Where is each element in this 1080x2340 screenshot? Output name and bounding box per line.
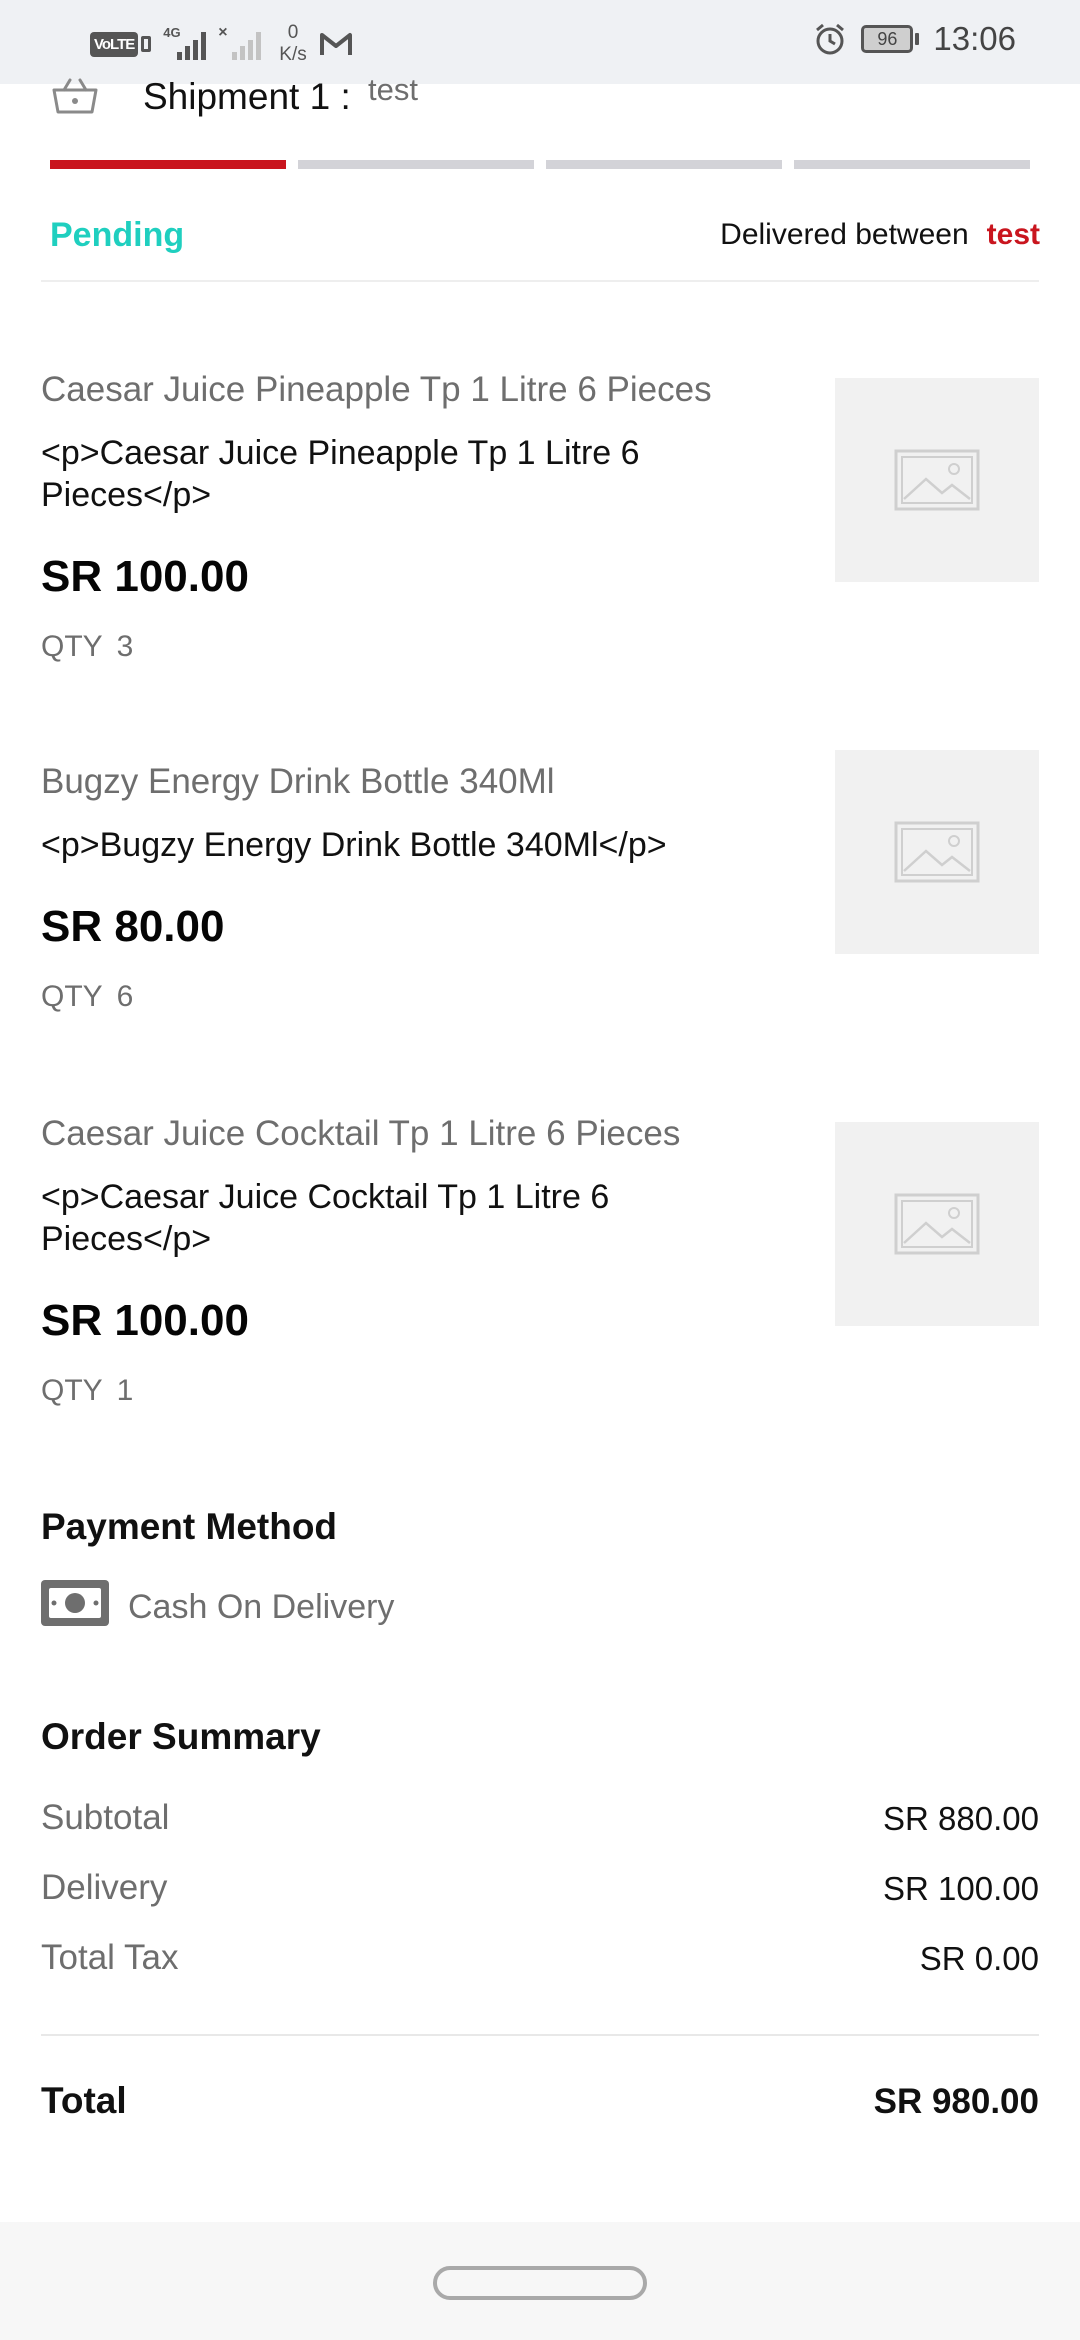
system-nav-bar bbox=[0, 2222, 1080, 2340]
product-image[interactable] bbox=[835, 378, 1039, 582]
product-image[interactable] bbox=[835, 750, 1039, 954]
summary-label: Total Tax bbox=[41, 1938, 179, 1977]
speed-unit: K/s bbox=[279, 44, 307, 65]
progress-step-3 bbox=[546, 160, 782, 169]
item-price: SR 100.00 bbox=[41, 552, 249, 601]
volte-icon: VoLTE bbox=[90, 31, 152, 57]
qty-value: 6 bbox=[116, 980, 134, 1013]
status-bar-left: VoLTE 4G × 0 K/s bbox=[90, 22, 353, 66]
order-summary-title: Order Summary bbox=[41, 1716, 321, 1757]
network-type: 4G bbox=[163, 25, 181, 40]
shipment-title: Shipment 1 : bbox=[143, 76, 351, 117]
qty-label: QTY bbox=[41, 1374, 103, 1407]
battery-level: 96 bbox=[861, 25, 914, 53]
delivery-window: Delivered between test bbox=[720, 218, 1040, 252]
qty-value: 1 bbox=[116, 1374, 134, 1407]
summary-amount: SR 0.00 bbox=[919, 1940, 1039, 1977]
battery-icon: 96 bbox=[861, 25, 920, 53]
summary-row-delivery: Delivery SR 100.00 bbox=[41, 1868, 1039, 1912]
summary-row-tax: Total Tax SR 0.00 bbox=[41, 1938, 1039, 1982]
image-placeholder-icon bbox=[894, 821, 980, 883]
progress-step-pending bbox=[50, 160, 286, 169]
summary-row-subtotal: Subtotal SR 880.00 bbox=[41, 1798, 1039, 1842]
image-placeholder-icon bbox=[894, 1193, 980, 1255]
summary-label: Delivery bbox=[41, 1868, 168, 1907]
product-image[interactable] bbox=[835, 1122, 1039, 1326]
qty-value: 3 bbox=[116, 630, 134, 663]
item-qty: QTY 3 bbox=[41, 630, 133, 664]
summary-amount: SR 100.00 bbox=[883, 1870, 1039, 1907]
signal-icon: 4G bbox=[163, 25, 207, 60]
item-qty: QTY 6 bbox=[41, 980, 133, 1014]
clock: 13:06 bbox=[933, 20, 1016, 57]
total-amount: SR 980.00 bbox=[873, 2082, 1039, 2121]
shipment-status-row: Pending Delivered between test bbox=[50, 212, 1040, 262]
item-name: Caesar Juice Cocktail Tp 1 Litre 6 Piece… bbox=[41, 1114, 681, 1153]
item-description: <p>Caesar Juice Cocktail Tp 1 Litre 6 Pi… bbox=[41, 1178, 610, 1258]
item-name: Bugzy Energy Drink Bottle 340Ml bbox=[41, 762, 555, 801]
qty-label: QTY bbox=[41, 630, 103, 663]
qty-label: QTY bbox=[41, 980, 103, 1013]
item-qty: QTY 1 bbox=[41, 1374, 133, 1408]
order-item[interactable]: Caesar Juice Pineapple Tp 1 Litre 6 Piec… bbox=[41, 370, 1039, 670]
no-signal-icon: × bbox=[218, 25, 262, 60]
payment-method-title: Payment Method bbox=[41, 1506, 338, 1547]
image-placeholder-icon bbox=[894, 449, 980, 511]
item-description: <p>Bugzy Energy Drink Bottle 340Ml</p> bbox=[41, 826, 667, 864]
item-price: SR 80.00 bbox=[41, 902, 225, 951]
alarm-icon bbox=[816, 23, 845, 55]
delivered-label: Delivered between bbox=[720, 218, 969, 251]
item-price: SR 100.00 bbox=[41, 1296, 249, 1345]
progress-step-2 bbox=[298, 160, 534, 169]
home-gesture-bar[interactable] bbox=[433, 2266, 647, 2300]
shipment-value: test bbox=[368, 72, 418, 107]
summary-label: Subtotal bbox=[41, 1798, 170, 1837]
status-badge: Pending bbox=[50, 216, 185, 254]
delivered-value: test bbox=[986, 218, 1040, 251]
speed-value: 0 bbox=[287, 22, 299, 43]
basket-icon bbox=[52, 78, 98, 114]
order-item[interactable]: Bugzy Energy Drink Bottle 340Ml <p>Bugzy… bbox=[41, 750, 1039, 1022]
divider bbox=[41, 280, 1039, 282]
shipment-progress bbox=[50, 160, 1030, 169]
item-name: Caesar Juice Pineapple Tp 1 Litre 6 Piec… bbox=[41, 370, 712, 409]
network-speed: 0 K/s bbox=[279, 22, 306, 66]
status-bar-right: 96 13:06 bbox=[813, 20, 1016, 58]
volte-handset-icon bbox=[141, 36, 152, 52]
summary-amount: SR 880.00 bbox=[883, 1800, 1039, 1837]
total-row: Total SR 980.00 bbox=[41, 2080, 1039, 2130]
divider bbox=[41, 2034, 1039, 2036]
progress-step-4 bbox=[794, 160, 1030, 169]
item-description: <p>Caesar Juice Pineapple Tp 1 Litre 6 P… bbox=[41, 434, 640, 514]
shipment-header: Shipment 1 : test bbox=[50, 66, 1040, 122]
payment-method-value: Cash On Delivery bbox=[128, 1588, 395, 1626]
cash-icon bbox=[41, 1580, 109, 1626]
total-label: Total bbox=[41, 2080, 127, 2121]
volte-label: VoLTE bbox=[90, 31, 139, 57]
gmail-icon bbox=[319, 33, 352, 55]
order-item[interactable]: Caesar Juice Cocktail Tp 1 Litre 6 Piece… bbox=[41, 1114, 1039, 1414]
